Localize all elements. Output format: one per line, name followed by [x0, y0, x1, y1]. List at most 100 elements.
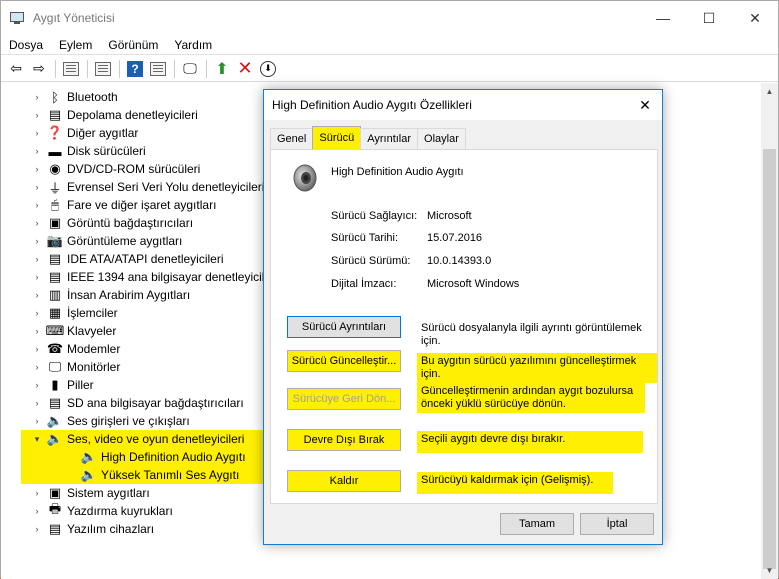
tree-child-item[interactable]: ›🔈Yüksek Tanımlı Ses Aygıtı [21, 466, 265, 484]
tree-category-item[interactable]: › ⏚ Evrensel Seri Veri Yolu denetleyiciler… [1, 178, 265, 196]
tree-category-item[interactable]: › ◉ DVD/CD-ROM sürücüleri [1, 160, 201, 178]
tree-category-item[interactable]: › ▤ SD ana bilgisayar bağdaştırıcıları [1, 394, 244, 412]
expand-arrow-icon[interactable]: › [31, 308, 43, 318]
tree-category-item[interactable]: › ☎ Modemler [1, 340, 121, 358]
tree-category-item[interactable]: › ▣ Görüntü bağdaştırıcıları [1, 214, 194, 232]
expand-arrow-icon[interactable]: › [31, 362, 43, 372]
close-button[interactable]: ✕ [732, 1, 778, 35]
info-label: Sürücü Sağlayıcı: [331, 210, 418, 222]
menu-eylem[interactable]: Eylem [51, 38, 100, 52]
tree-category-item[interactable]: › ᛒ Bluetooth [1, 88, 118, 106]
hid-icon: ▥ [48, 287, 62, 302]
expand-arrow-icon[interactable]: › [31, 254, 43, 264]
info-label: Sürücü Sürümü: [331, 255, 411, 267]
expand-arrow-icon[interactable]: › [31, 290, 43, 300]
expand-arrow-icon[interactable]: › [31, 146, 43, 156]
tree-category-item[interactable]: › ▤ Depolama denetleyicileri [1, 106, 198, 124]
tree-category-item[interactable]: › ▥ İnsan Arabirim Aygıtları [1, 286, 191, 304]
tree-category-item[interactable]: › ▣ Sistem aygıtları [1, 484, 150, 502]
roll-back-driver-button[interactable]: Sürücüye Geri Dön... [287, 388, 401, 410]
collapse-arrow-icon[interactable]: ▾ [31, 434, 43, 445]
expand-arrow-icon[interactable]: › [31, 182, 43, 192]
tree-category-item[interactable]: › ❓ Diğer aygıtlar [1, 124, 139, 142]
expand-arrow-icon[interactable]: › [31, 128, 43, 138]
imaging-icon: 📷 [46, 233, 64, 248]
info-value: 10.0.14393.0 [427, 255, 492, 267]
tab-ayrintilar[interactable]: Ayrıntılar [360, 128, 419, 149]
menu-gorunum[interactable]: Görünüm [100, 38, 166, 52]
minimize-button[interactable]: — [640, 1, 686, 35]
cpu-icon: ▦ [48, 305, 62, 320]
tree-item-label: İşlemciler [67, 306, 118, 320]
tree-category-item[interactable]: › ▤ IDE ATA/ATAPI denetleyicileri [1, 250, 224, 268]
properties-icon[interactable] [92, 58, 114, 80]
show-hide-tree-icon[interactable] [60, 58, 82, 80]
driver-tab-panel: High Definition Audio Aygıtı Sürücü Sağl… [270, 149, 658, 504]
expand-arrow-icon[interactable]: › [31, 272, 43, 282]
tree-child-item[interactable]: ›🔈High Definition Audio Aygıtı [21, 448, 265, 466]
expand-arrow-icon[interactable]: › [31, 380, 43, 390]
tab-olaylar[interactable]: Olaylar [417, 128, 466, 149]
expand-arrow-icon[interactable]: › [31, 524, 43, 534]
help-icon[interactable]: ? [124, 58, 146, 80]
expand-arrow-icon[interactable]: › [31, 398, 43, 408]
tree-item-label: İnsan Arabirim Aygıtları [67, 288, 191, 302]
tree-category-item[interactable]: › 📷 Görüntüleme aygıtları [1, 232, 183, 250]
expand-arrow-icon[interactable]: › [31, 488, 43, 498]
dvd-icon: ◉ [49, 161, 61, 176]
tree-item-label: Piller [67, 378, 94, 392]
ok-button[interactable]: Tamam [500, 513, 574, 535]
menu-dosya[interactable]: Dosya [1, 38, 51, 52]
expand-arrow-icon[interactable]: › [31, 236, 43, 246]
back-arrow-icon[interactable]: ⇦ [5, 58, 27, 80]
forward-arrow-icon[interactable]: ⇨ [28, 58, 50, 80]
tree-category-item[interactable]: › ▬ Disk sürücüleri [1, 142, 146, 160]
tree-item-label: Görüntüleme aygıtları [67, 234, 183, 248]
dialog-close-button[interactable]: ✕ [628, 90, 662, 120]
tree-category-item[interactable]: › 🖵 Monitörler [1, 358, 121, 376]
tab-genel[interactable]: Genel [270, 128, 314, 149]
uninstall-device-button[interactable]: Kaldır [287, 470, 401, 492]
tree-category-item[interactable]: › ⌨ Klavyeler [1, 322, 117, 340]
tree-category-item[interactable]: › 🖶 Yazdırma kuyrukları [1, 501, 173, 520]
expand-arrow-icon[interactable]: › [31, 326, 43, 336]
dialog-title-bar[interactable]: High Definition Audio Aygıtı Özellikleri… [264, 90, 662, 120]
tab-surucu[interactable]: Sürücü [312, 126, 362, 149]
menu-yardim[interactable]: Yardım [166, 38, 220, 52]
expand-arrow-icon[interactable]: › [31, 110, 43, 120]
disable-device-icon[interactable]: ⬇ [257, 58, 279, 80]
expand-arrow-icon[interactable]: › [31, 200, 43, 210]
tree-item-label: Sistem aygıtları [67, 486, 150, 500]
tree-category-item[interactable]: › ▤ IEEE 1394 ana bilgisayar denetleyicile… [1, 268, 278, 286]
update-driver-button[interactable]: Sürücü Güncelleştir... [287, 350, 401, 372]
expand-arrow-icon[interactable]: › [31, 416, 43, 426]
maximize-button[interactable]: ☐ [686, 1, 732, 35]
tree-category-item[interactable]: ▾ 🔈 Ses, video ve oyun denetleyicileri [21, 430, 265, 448]
disable-device-desc: Seçili aygıtı devre dışı bırakır. [417, 431, 643, 453]
info-value: Microsoft Windows [427, 278, 520, 290]
vertical-scrollbar[interactable]: ▲ ▼ [761, 83, 778, 579]
scroll-up-icon[interactable]: ▲ [761, 83, 778, 100]
uninstall-icon[interactable]: ✕ [234, 58, 256, 80]
scan-hardware-icon[interactable]: 🖵 [179, 58, 201, 80]
tree-category-item[interactable]: › ▦ İşlemciler [1, 304, 118, 322]
expand-arrow-icon[interactable]: › [31, 506, 43, 516]
disable-device-button[interactable]: Devre Dışı Bırak [287, 429, 401, 451]
expand-arrow-icon[interactable]: › [31, 344, 43, 354]
tree-category-item[interactable]: › 🖱 Fare ve diğer işaret aygıtları [1, 196, 217, 214]
tree-category-item[interactable]: › ▮ Piller [1, 376, 94, 394]
scroll-down-icon[interactable]: ▼ [761, 562, 778, 579]
ieee-icon: ▤ [48, 269, 62, 284]
expand-arrow-icon[interactable]: › [31, 92, 43, 102]
tree-category-item[interactable]: › ▤ Yazılım cihazları [1, 520, 155, 538]
title-bar[interactable]: Aygıt Yöneticisi — ☐ ✕ [1, 1, 778, 35]
view-icon[interactable] [147, 58, 169, 80]
update-driver-icon[interactable]: ⬆ [211, 58, 233, 80]
tree-category-item[interactable]: › 🔈 Ses girişleri ve çıkışları [1, 412, 190, 430]
expand-arrow-icon[interactable]: › [31, 218, 43, 228]
scroll-thumb[interactable] [763, 149, 776, 569]
driver-details-button[interactable]: Sürücü Ayrıntıları [287, 316, 401, 338]
cancel-button[interactable]: İptal [580, 513, 654, 535]
toolbar: ⇦ ⇨ ? 🖵 ⬆ ✕ ⬇ [1, 56, 778, 82]
expand-arrow-icon[interactable]: › [31, 164, 43, 174]
